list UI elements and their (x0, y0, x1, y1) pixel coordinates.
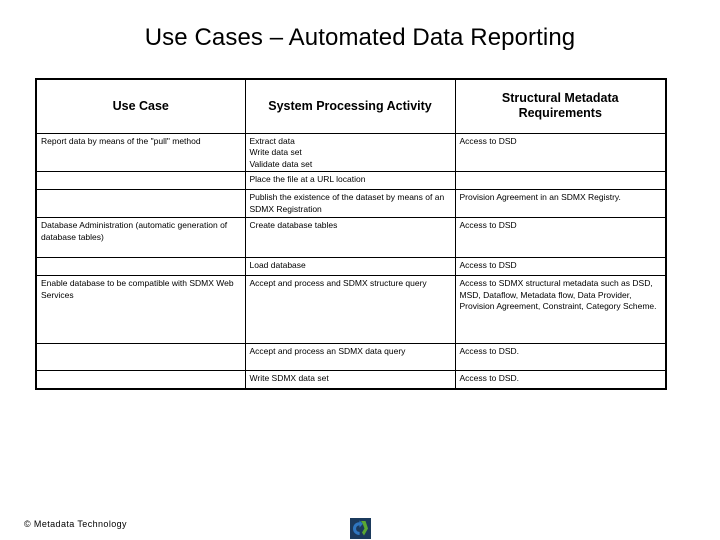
cell-requirements: Provision Agreement in an SDMX Registry. (454, 189, 667, 218)
metadata-technology-logo (350, 518, 371, 539)
cell-use-case: Database Administration (automatic gener… (35, 217, 246, 258)
cell-use-case (35, 343, 246, 371)
table-row: Place the file at a URL location (35, 171, 667, 190)
table-row: Accept and process an SDMX data query Ac… (35, 343, 667, 371)
table-row: Write SDMX data set Access to DSD. (35, 370, 667, 389)
cell-use-case (35, 189, 246, 218)
table-row: Enable database to be compatible with SD… (35, 275, 667, 344)
cell-activity: Accept and process and SDMX structure qu… (244, 275, 456, 344)
column-header-structural-metadata-requirements: Structural Metadata Requirements (454, 78, 667, 134)
page-title: Use Cases – Automated Data Reporting (144, 24, 576, 51)
cell-use-case (35, 171, 246, 190)
cell-requirements (454, 171, 667, 190)
cell-use-case (35, 370, 246, 389)
cell-activity: Accept and process an SDMX data query (244, 343, 456, 371)
table-row: Report data by means of the "pull" metho… (35, 132, 667, 172)
table-header-row: Use Case System Processing Activity Stru… (35, 78, 667, 134)
cell-activity: Create database tables (244, 217, 456, 258)
cell-activity: Publish the existence of the dataset by … (244, 189, 456, 218)
cell-requirements: Access to SDMX structural metadata such … (454, 275, 667, 344)
table-row: Publish the existence of the dataset by … (35, 189, 667, 218)
use-cases-table-container: Use Case System Processing Activity Stru… (35, 78, 667, 390)
cell-activity: Write SDMX data set (244, 370, 456, 389)
activity-line: Extract data (249, 135, 295, 146)
copyright-notice: © Metadata Technology (24, 519, 127, 529)
cell-activity: Extract data Write data set Validate dat… (244, 132, 456, 172)
use-cases-table: Use Case System Processing Activity Stru… (35, 78, 667, 390)
cell-requirements: Access to DSD. (454, 370, 667, 389)
cell-use-case: Report data by means of the "pull" metho… (35, 132, 246, 172)
column-header-system-processing-activity: System Processing Activity (244, 78, 456, 134)
cell-use-case (35, 257, 246, 276)
cell-requirements: Access to DSD. (454, 343, 667, 371)
table-body: Report data by means of the "pull" metho… (35, 132, 667, 389)
cell-requirements: Access to DSD (454, 132, 667, 172)
cell-use-case: Enable database to be compatible with SD… (35, 275, 246, 344)
cell-activity: Load database (244, 257, 456, 276)
cell-requirements: Access to DSD (454, 257, 667, 276)
table-row: Load database Access to DSD (35, 257, 667, 276)
cell-requirements: Access to DSD (454, 217, 667, 258)
column-header-use-case: Use Case (35, 78, 246, 134)
table-row: Database Administration (automatic gener… (35, 217, 667, 258)
activity-line: Write data set (249, 147, 302, 157)
activity-line: Validate data set (249, 158, 313, 169)
recycle-arrows-icon (350, 518, 371, 539)
cell-activity: Place the file at a URL location (244, 171, 456, 190)
